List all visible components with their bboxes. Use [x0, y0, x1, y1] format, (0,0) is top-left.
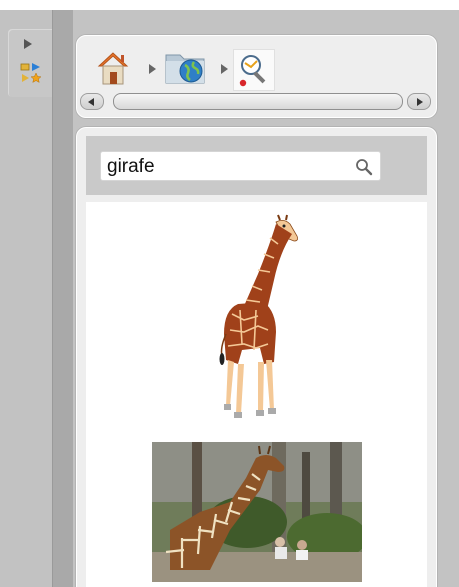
expand-arrow-icon[interactable]: [24, 39, 32, 49]
arrow-left-icon: [88, 98, 94, 106]
search-input[interactable]: girafe: [100, 151, 381, 181]
top-strip: [0, 0, 459, 10]
giraffe-photo-thumbnail[interactable]: [152, 442, 362, 582]
sidebar-rail: [52, 10, 74, 587]
media-panel-icon[interactable]: [20, 61, 42, 83]
results-list: [86, 202, 427, 587]
search-results-panel: girafe: [76, 127, 437, 587]
globe-folder-icon[interactable]: [163, 47, 207, 85]
breadcrumb-separator-icon: [221, 64, 228, 74]
giraffe-clipart-thumbnail[interactable]: [198, 214, 318, 424]
breadcrumb-separator-icon: [149, 64, 156, 74]
magnifier-icon[interactable]: [355, 158, 373, 176]
navigation-panel: [76, 35, 437, 118]
scroll-right-button[interactable]: [407, 93, 431, 110]
scrollbar-thumb[interactable]: [113, 93, 403, 110]
horizontal-scrollbar[interactable]: [80, 92, 433, 110]
home-icon[interactable]: [97, 50, 129, 86]
scroll-left-button[interactable]: [80, 93, 104, 110]
arrow-right-icon: [417, 98, 423, 106]
collapsed-panel-tab[interactable]: [8, 29, 52, 97]
app-window: girafe: [0, 0, 459, 587]
search-page-icon[interactable]: [233, 49, 275, 91]
search-query-text[interactable]: girafe: [107, 156, 155, 178]
